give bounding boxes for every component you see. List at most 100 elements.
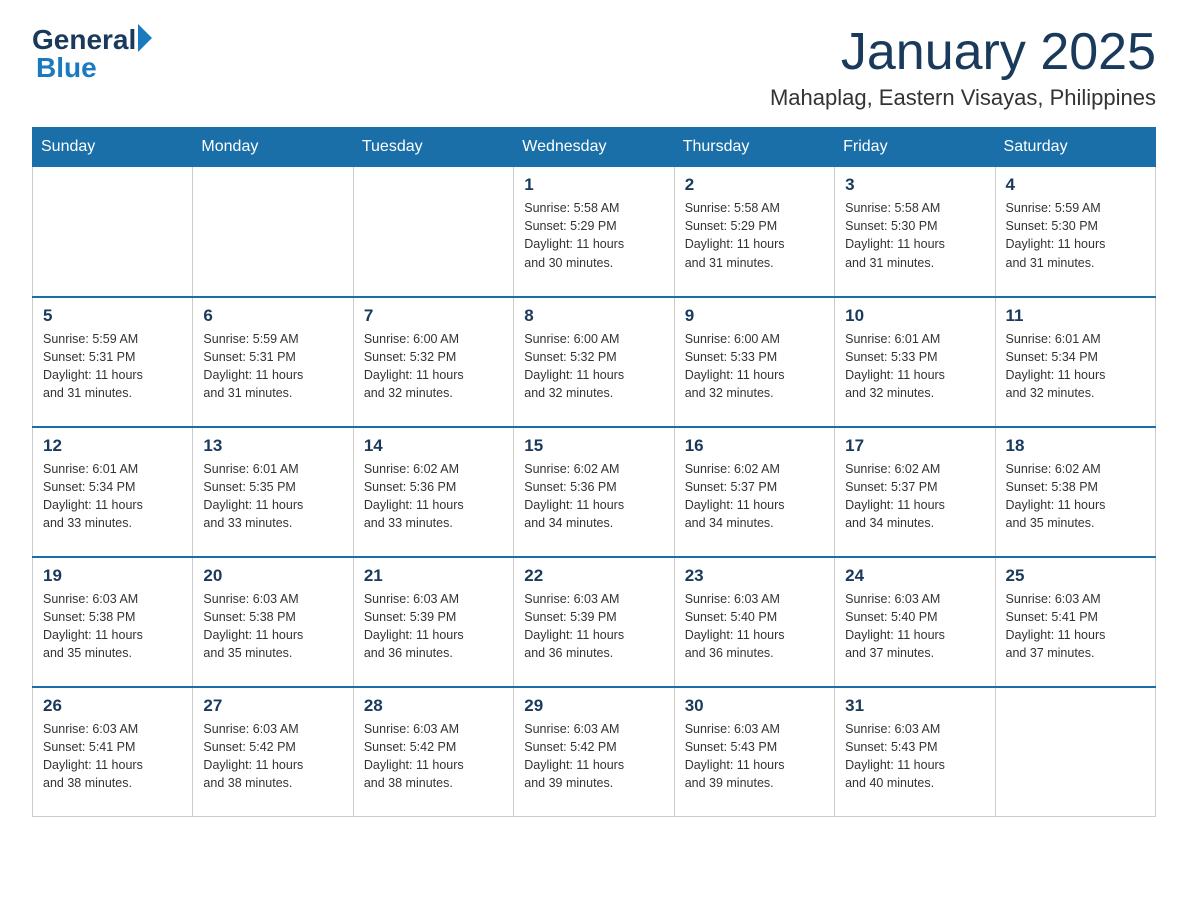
calendar-week-row: 12Sunrise: 6:01 AM Sunset: 5:34 PM Dayli… [33,427,1156,557]
day-number: 14 [364,436,503,456]
day-number: 5 [43,306,182,326]
day-number: 3 [845,175,984,195]
day-number: 28 [364,696,503,716]
location-subtitle: Mahaplag, Eastern Visayas, Philippines [770,85,1156,111]
day-number: 23 [685,566,824,586]
day-number: 4 [1006,175,1145,195]
weekday-header-sunday: Sunday [33,128,193,167]
calendar-cell: 4 Sunrise: 5:59 AM Sunset: 5:30 PM Daylig… [995,167,1155,297]
calendar-cell: 28 Sunrise: 6:03 AM Sunset: 5:42 PM Dayli… [353,687,513,817]
weekday-header-monday: Monday [193,128,353,167]
day-info: Sunrise: 6:00 AM Sunset: 5:33 PM Dayligh… [685,330,824,403]
day-info: Sunrise: 6:01 AM Sunset: 5:34 PM Dayligh… [43,460,182,533]
logo: General Blue [32,24,152,84]
day-info: Sunrise: 5:59 AM Sunset: 5:30 PM Dayligh… [1006,199,1145,272]
day-number: 27 [203,696,342,716]
day-number: 15 [524,436,663,456]
weekday-header-row: SundayMondayTuesdayWednesdayThursdayFrid… [33,128,1156,167]
day-number: 22 [524,566,663,586]
day-info: Sunrise: 6:02 AM Sunset: 5:36 PM Dayligh… [364,460,503,533]
title-block: January 2025 Mahaplag, Eastern Visayas, … [770,24,1156,111]
calendar-cell: 3 Sunrise: 5:58 AM Sunset: 5:30 PM Daylig… [835,167,995,297]
day-info: Sunrise: 6:02 AM Sunset: 5:38 PM Dayligh… [1006,460,1145,533]
day-info: Sunrise: 6:03 AM Sunset: 5:40 PM Dayligh… [685,590,824,663]
calendar-cell [995,687,1155,817]
day-number: 29 [524,696,663,716]
calendar-week-row: 19 Sunrise: 6:03 AM Sunset: 5:38 PM Dayli… [33,557,1156,687]
day-info: Sunrise: 6:02 AM Sunset: 5:37 PM Dayligh… [685,460,824,533]
calendar-cell: 12Sunrise: 6:01 AM Sunset: 5:34 PM Dayli… [33,427,193,557]
day-info: Sunrise: 5:58 AM Sunset: 5:30 PM Dayligh… [845,199,984,272]
calendar-week-row: 26Sunrise: 6:03 AM Sunset: 5:41 PM Dayli… [33,687,1156,817]
day-info: Sunrise: 6:00 AM Sunset: 5:32 PM Dayligh… [364,330,503,403]
calendar-cell: 20 Sunrise: 6:03 AM Sunset: 5:38 PM Dayli… [193,557,353,687]
day-info: Sunrise: 6:03 AM Sunset: 5:42 PM Dayligh… [203,720,342,793]
day-number: 31 [845,696,984,716]
day-number: 30 [685,696,824,716]
weekday-header-thursday: Thursday [674,128,834,167]
calendar-cell: 8 Sunrise: 6:00 AM Sunset: 5:32 PM Daylig… [514,297,674,427]
calendar-cell: 7 Sunrise: 6:00 AM Sunset: 5:32 PM Daylig… [353,297,513,427]
logo-arrow-icon [138,24,152,52]
calendar-cell: 21 Sunrise: 6:03 AM Sunset: 5:39 PM Dayli… [353,557,513,687]
day-number: 16 [685,436,824,456]
calendar-cell: 1 Sunrise: 5:58 AM Sunset: 5:29 PM Daylig… [514,167,674,297]
calendar-cell: 29Sunrise: 6:03 AM Sunset: 5:42 PM Dayli… [514,687,674,817]
day-info: Sunrise: 6:03 AM Sunset: 5:40 PM Dayligh… [845,590,984,663]
calendar-cell: 17 Sunrise: 6:02 AM Sunset: 5:37 PM Dayli… [835,427,995,557]
day-number: 19 [43,566,182,586]
day-number: 24 [845,566,984,586]
calendar-week-row: 5 Sunrise: 5:59 AM Sunset: 5:31 PM Daylig… [33,297,1156,427]
calendar-cell: 10 Sunrise: 6:01 AM Sunset: 5:33 PM Dayli… [835,297,995,427]
day-info: Sunrise: 6:03 AM Sunset: 5:41 PM Dayligh… [43,720,182,793]
calendar-cell: 11 Sunrise: 6:01 AM Sunset: 5:34 PM Dayli… [995,297,1155,427]
calendar-table: SundayMondayTuesdayWednesdayThursdayFrid… [32,127,1156,817]
day-info: Sunrise: 6:01 AM Sunset: 5:33 PM Dayligh… [845,330,984,403]
day-info: Sunrise: 5:58 AM Sunset: 5:29 PM Dayligh… [524,199,663,272]
day-number: 9 [685,306,824,326]
calendar-cell: 30 Sunrise: 6:03 AM Sunset: 5:43 PM Dayli… [674,687,834,817]
weekday-header-tuesday: Tuesday [353,128,513,167]
calendar-cell: 27 Sunrise: 6:03 AM Sunset: 5:42 PM Dayli… [193,687,353,817]
day-info: Sunrise: 5:59 AM Sunset: 5:31 PM Dayligh… [203,330,342,403]
day-number: 6 [203,306,342,326]
calendar-cell [33,167,193,297]
day-info: Sunrise: 6:02 AM Sunset: 5:37 PM Dayligh… [845,460,984,533]
day-number: 1 [524,175,663,195]
day-info: Sunrise: 6:01 AM Sunset: 5:34 PM Dayligh… [1006,330,1145,403]
day-info: Sunrise: 6:03 AM Sunset: 5:38 PM Dayligh… [43,590,182,663]
day-info: Sunrise: 6:03 AM Sunset: 5:43 PM Dayligh… [685,720,824,793]
day-number: 18 [1006,436,1145,456]
calendar-cell: 26Sunrise: 6:03 AM Sunset: 5:41 PM Dayli… [33,687,193,817]
calendar-cell: 15 Sunrise: 6:02 AM Sunset: 5:36 PM Dayli… [514,427,674,557]
calendar-cell: 5Sunrise: 5:59 AM Sunset: 5:31 PM Daylig… [33,297,193,427]
day-info: Sunrise: 6:03 AM Sunset: 5:38 PM Dayligh… [203,590,342,663]
weekday-header-wednesday: Wednesday [514,128,674,167]
calendar-cell: 16 Sunrise: 6:02 AM Sunset: 5:37 PM Dayli… [674,427,834,557]
day-info: Sunrise: 6:03 AM Sunset: 5:42 PM Dayligh… [364,720,503,793]
day-number: 11 [1006,306,1145,326]
day-info: Sunrise: 6:00 AM Sunset: 5:32 PM Dayligh… [524,330,663,403]
day-number: 25 [1006,566,1145,586]
day-info: Sunrise: 6:03 AM Sunset: 5:39 PM Dayligh… [524,590,663,663]
calendar-cell: 24 Sunrise: 6:03 AM Sunset: 5:40 PM Dayli… [835,557,995,687]
day-info: Sunrise: 6:02 AM Sunset: 5:36 PM Dayligh… [524,460,663,533]
calendar-cell: 18 Sunrise: 6:02 AM Sunset: 5:38 PM Dayli… [995,427,1155,557]
calendar-cell: 19 Sunrise: 6:03 AM Sunset: 5:38 PM Dayli… [33,557,193,687]
day-number: 8 [524,306,663,326]
day-info: Sunrise: 6:03 AM Sunset: 5:43 PM Dayligh… [845,720,984,793]
calendar-cell: 25 Sunrise: 6:03 AM Sunset: 5:41 PM Dayli… [995,557,1155,687]
day-info: Sunrise: 5:58 AM Sunset: 5:29 PM Dayligh… [685,199,824,272]
day-number: 10 [845,306,984,326]
day-number: 17 [845,436,984,456]
day-info: Sunrise: 6:03 AM Sunset: 5:41 PM Dayligh… [1006,590,1145,663]
day-number: 21 [364,566,503,586]
day-number: 20 [203,566,342,586]
day-number: 2 [685,175,824,195]
calendar-cell: 22 Sunrise: 6:03 AM Sunset: 5:39 PM Dayli… [514,557,674,687]
calendar-cell: 13Sunrise: 6:01 AM Sunset: 5:35 PM Dayli… [193,427,353,557]
day-number: 7 [364,306,503,326]
day-info: Sunrise: 6:03 AM Sunset: 5:39 PM Dayligh… [364,590,503,663]
calendar-cell: 9 Sunrise: 6:00 AM Sunset: 5:33 PM Daylig… [674,297,834,427]
calendar-cell: 2 Sunrise: 5:58 AM Sunset: 5:29 PM Daylig… [674,167,834,297]
